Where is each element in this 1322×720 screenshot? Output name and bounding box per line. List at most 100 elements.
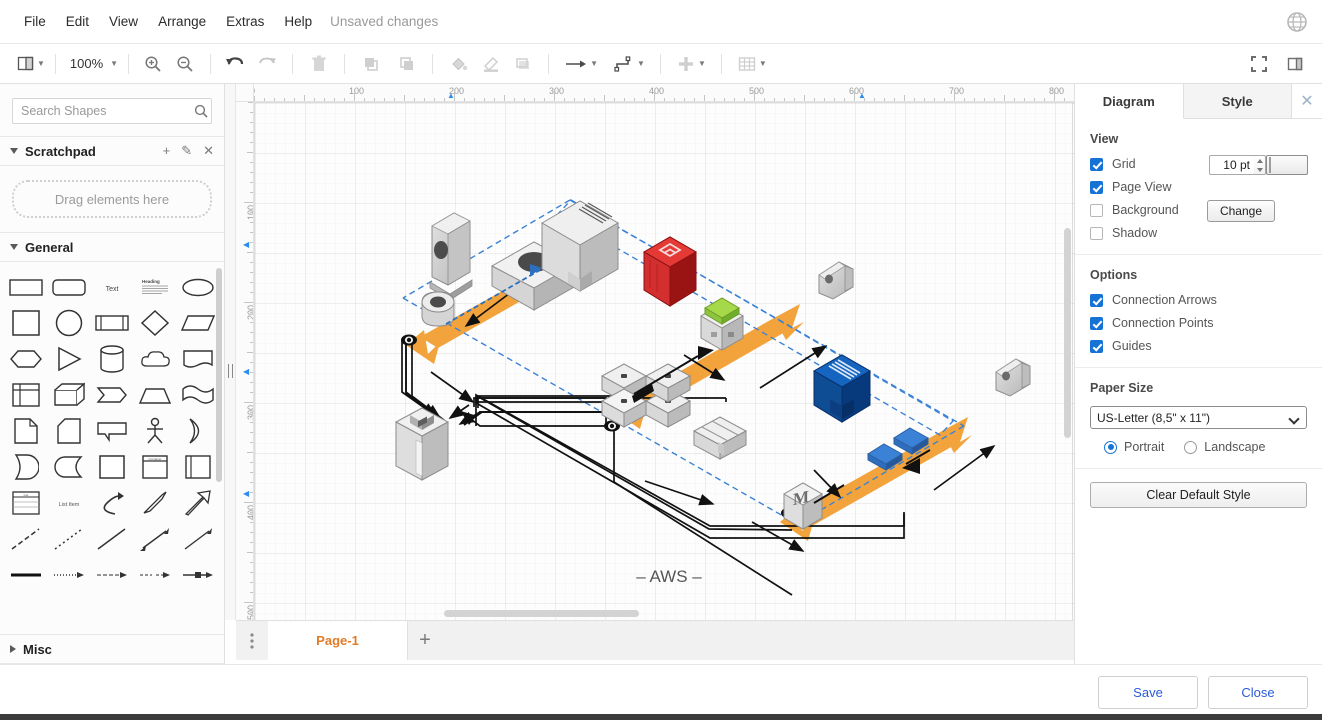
shape-camera-right-upper[interactable] xyxy=(818,261,854,300)
vertical-ruler[interactable]: 100 200 300 400 500 ◀ ◀ ◀ xyxy=(236,102,254,620)
menu-help[interactable]: Help xyxy=(275,9,321,34)
to-back-icon[interactable] xyxy=(394,50,420,78)
diagram-connectors[interactable] xyxy=(401,247,996,552)
shape-connector[interactable] xyxy=(177,522,218,555)
fill-color-icon[interactable] xyxy=(446,50,472,78)
shape-process[interactable] xyxy=(92,306,133,339)
shape-container[interactable] xyxy=(92,450,133,483)
shape-database-blue[interactable] xyxy=(812,354,872,423)
shape-bidirectional-connector[interactable] xyxy=(134,522,175,555)
general-section-header[interactable]: General xyxy=(0,232,224,262)
shape-rectangle[interactable] xyxy=(6,270,47,303)
add-icon[interactable]: + xyxy=(163,143,171,159)
shape-callout[interactable] xyxy=(92,414,133,447)
panel-splitter[interactable] xyxy=(225,84,236,620)
scratchpad-dropzone[interactable]: Drag elements here xyxy=(12,180,212,218)
shape-bucket-storage[interactable] xyxy=(394,407,450,481)
view-dropdown-button[interactable]: ▼ xyxy=(14,50,48,78)
close-icon[interactable]: ✕ xyxy=(203,143,214,159)
splitter-grip[interactable] xyxy=(228,364,233,378)
connection-arrows-checkbox[interactable] xyxy=(1090,293,1103,307)
shape-triangle[interactable] xyxy=(49,342,90,375)
canvas-vertical-scrollbar[interactable] xyxy=(1062,102,1074,608)
grid-size-stepper[interactable] xyxy=(1254,155,1266,175)
stepper-down-icon[interactable] xyxy=(1256,167,1263,172)
undo-icon[interactable] xyxy=(222,50,248,78)
horizontal-scroll-thumb[interactable] xyxy=(444,610,639,617)
shape-storage-node[interactable] xyxy=(692,416,748,460)
portrait-option[interactable]: Portrait xyxy=(1104,440,1164,454)
shape-internal-storage[interactable] xyxy=(6,378,47,411)
shape-list-item[interactable]: List Item xyxy=(49,486,90,519)
page-options-icon[interactable] xyxy=(236,621,268,660)
shape-link[interactable] xyxy=(6,558,47,584)
shape-cloud[interactable] xyxy=(134,342,175,375)
shape-dotted-line[interactable] xyxy=(49,522,90,555)
fullscreen-icon[interactable] xyxy=(1246,50,1272,78)
search-icon[interactable] xyxy=(190,104,211,118)
paper-size-select[interactable]: US-Letter (8,5" x 11") xyxy=(1090,406,1307,429)
diagram-label[interactable]: – AWS – xyxy=(636,567,702,586)
shape-cylinder[interactable] xyxy=(92,342,133,375)
scratchpad-header[interactable]: Scratchpad + ✎ ✕ xyxy=(0,136,224,166)
redo-icon[interactable] xyxy=(254,50,280,78)
shape-router-disc[interactable] xyxy=(421,291,455,327)
page-tab-page-1[interactable]: Page-1 xyxy=(268,621,408,660)
tab-style[interactable]: Style xyxy=(1183,84,1292,118)
delete-icon[interactable] xyxy=(306,50,332,78)
search-input[interactable] xyxy=(13,104,190,118)
shape-redshift-cluster[interactable] xyxy=(642,236,698,307)
shape-double-arrow[interactable] xyxy=(134,558,175,584)
tab-diagram[interactable]: Diagram xyxy=(1075,84,1184,119)
shape-rounded-rectangle[interactable] xyxy=(49,270,90,303)
grid-color-swatch[interactable] xyxy=(1266,155,1308,175)
shape-cube[interactable] xyxy=(49,378,90,411)
shape-ellipse[interactable] xyxy=(177,270,218,303)
menu-arrange[interactable]: Arrange xyxy=(149,9,215,34)
shadow-checkbox[interactable] xyxy=(1090,226,1103,240)
vertical-scroll-thumb[interactable] xyxy=(1064,228,1071,438)
shape-document[interactable] xyxy=(177,342,218,375)
zoom-in-icon[interactable] xyxy=(140,50,166,78)
shape-horizontal-container[interactable] xyxy=(177,450,218,483)
shapes-scrollbar[interactable] xyxy=(216,268,222,482)
shape-dashed-arrow[interactable] xyxy=(92,558,133,584)
menu-file[interactable]: File xyxy=(15,9,55,34)
portrait-radio[interactable] xyxy=(1104,440,1117,454)
page-view-checkbox[interactable] xyxy=(1090,180,1103,194)
shape-text[interactable]: Text xyxy=(92,270,133,303)
aws-architecture-diagram[interactable]: M – AWS – xyxy=(254,102,1074,620)
clear-default-style-button[interactable]: Clear Default Style xyxy=(1090,482,1307,508)
connection-points-checkbox[interactable] xyxy=(1090,316,1103,330)
edit-icon[interactable]: ✎ xyxy=(181,143,192,159)
menu-view[interactable]: View xyxy=(100,9,147,34)
shape-vertical-container[interactable]: Container xyxy=(134,450,175,483)
shape-camera-far-right[interactable] xyxy=(995,358,1031,397)
line-color-icon[interactable] xyxy=(478,50,504,78)
canvas-horizontal-scrollbar[interactable] xyxy=(254,608,1062,620)
shape-box-arrow[interactable] xyxy=(177,558,218,584)
shape-dashed-line[interactable] xyxy=(6,522,47,555)
canvas-area[interactable]: 0 100 200 300 400 500 600 700 800 xyxy=(236,84,1074,620)
shape-delay[interactable] xyxy=(49,450,90,483)
horizontal-ruler[interactable]: 0 100 200 300 400 500 600 700 800 xyxy=(254,84,1074,102)
shape-trapezoid[interactable] xyxy=(134,378,175,411)
to-front-icon[interactable] xyxy=(358,50,384,78)
shadow-icon[interactable] xyxy=(510,50,536,78)
shape-square[interactable] xyxy=(6,306,47,339)
shape-tape[interactable] xyxy=(177,378,218,411)
shape-textbox[interactable]: Heading xyxy=(134,270,175,303)
shape-curve[interactable] xyxy=(92,486,133,519)
shape-circle[interactable] xyxy=(49,306,90,339)
shape-data-storage[interactable] xyxy=(6,450,47,483)
stepper-up-icon[interactable] xyxy=(1256,158,1263,163)
canvas-grid[interactable]: M – AWS – xyxy=(254,102,1074,620)
unsaved-changes-status[interactable]: Unsaved changes xyxy=(330,14,438,29)
shape-bidirectional-arrow[interactable] xyxy=(134,486,175,519)
zoom-level-button[interactable]: 100% ▼ xyxy=(63,50,121,78)
shape-firewall[interactable] xyxy=(429,212,473,301)
change-background-button[interactable]: Change xyxy=(1206,200,1275,222)
close-button[interactable]: Close xyxy=(1208,676,1308,709)
shape-card[interactable] xyxy=(49,414,90,447)
landscape-radio[interactable] xyxy=(1184,440,1198,454)
